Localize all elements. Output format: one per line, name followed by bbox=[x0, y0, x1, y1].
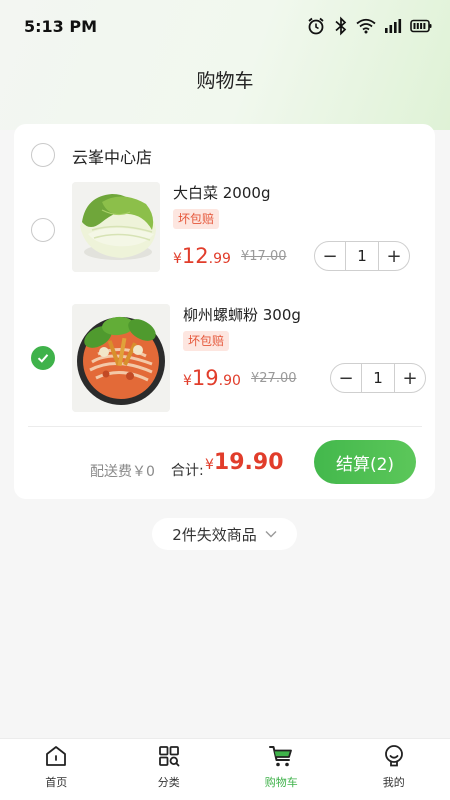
price-currency: ¥ bbox=[183, 373, 192, 389]
total-currency: ¥ bbox=[205, 457, 214, 473]
tab-cart[interactable]: 购物车 bbox=[225, 739, 338, 800]
divider bbox=[28, 426, 422, 427]
home-icon bbox=[43, 743, 69, 769]
invalid-items-label: 2件失效商品 bbox=[172, 525, 257, 544]
tab-label: 购物车 bbox=[264, 776, 298, 789]
guarantee-tag: 坏包赔 bbox=[173, 209, 220, 229]
item-select-checkbox-checked[interactable] bbox=[31, 346, 55, 370]
category-icon bbox=[156, 743, 182, 769]
page-title: 购物车 bbox=[196, 70, 254, 92]
price-integer: 12 bbox=[181, 244, 209, 268]
guarantee-tag: 坏包赔 bbox=[183, 331, 230, 351]
total-value: 19.90 bbox=[213, 450, 284, 475]
delivery-fee: 配送费￥0 bbox=[90, 464, 155, 480]
product-image-napa-cabbage[interactable] bbox=[72, 182, 160, 272]
battery-icon bbox=[410, 19, 432, 33]
tab-category[interactable]: 分类 bbox=[113, 739, 226, 800]
bottom-tab-bar: 首页 分类 购物车 我的 bbox=[0, 738, 450, 800]
price-decimal: .99 bbox=[208, 251, 231, 267]
tab-profile[interactable]: 我的 bbox=[338, 739, 450, 800]
tab-label: 我的 bbox=[382, 776, 405, 789]
item-select-checkbox[interactable] bbox=[31, 218, 55, 242]
cart-icon bbox=[268, 743, 294, 769]
checkout-button[interactable]: 结算(2) bbox=[314, 440, 416, 484]
quantity-value[interactable]: 1 bbox=[361, 364, 395, 392]
status-icons bbox=[306, 16, 432, 36]
store-name: 云峯中心店 bbox=[72, 148, 153, 167]
product-image-luosifen-noodles[interactable] bbox=[72, 304, 170, 412]
quantity-stepper: − 1 + bbox=[330, 363, 426, 393]
tab-home[interactable]: 首页 bbox=[0, 739, 113, 800]
price-integer: 19 bbox=[191, 366, 219, 390]
tab-label: 首页 bbox=[45, 776, 68, 789]
total-amount: ¥19.90 bbox=[205, 450, 284, 475]
signal-icon bbox=[385, 19, 402, 33]
total-label: 合计: bbox=[171, 463, 204, 479]
tab-label: 分类 bbox=[157, 776, 180, 789]
chevron-down-icon bbox=[265, 531, 277, 538]
original-price: ¥27.00 bbox=[251, 371, 297, 386]
wifi-icon bbox=[356, 18, 376, 34]
status-bar: 5:13 PM bbox=[0, 0, 450, 52]
invalid-items-toggle[interactable]: 2件失效商品 bbox=[152, 518, 297, 550]
bluetooth-icon bbox=[335, 16, 347, 36]
product-price: ¥12.99 bbox=[173, 244, 231, 268]
checkmark-icon bbox=[37, 354, 49, 363]
status-time: 5:13 PM bbox=[24, 16, 98, 36]
quantity-stepper: − 1 + bbox=[314, 241, 410, 271]
store-select-checkbox[interactable] bbox=[31, 143, 55, 167]
price-decimal: .90 bbox=[218, 373, 241, 389]
product-name[interactable]: 柳州螺蛳粉 300g bbox=[183, 304, 301, 325]
product-name[interactable]: 大白菜 2000g bbox=[173, 182, 270, 203]
decrease-button[interactable]: − bbox=[331, 364, 361, 392]
price-currency: ¥ bbox=[173, 251, 182, 267]
product-price: ¥19.90 bbox=[183, 366, 241, 390]
decrease-button[interactable]: − bbox=[315, 242, 345, 270]
increase-button[interactable]: + bbox=[379, 242, 409, 270]
original-price: ¥17.00 bbox=[241, 249, 287, 264]
profile-icon bbox=[381, 743, 407, 769]
alarm-icon bbox=[308, 17, 324, 35]
cart-store-card: 云峯中心店 大白菜 2000g 坏包赔 ¥12.99 ¥17.00 − 1 + bbox=[14, 124, 435, 499]
increase-button[interactable]: + bbox=[395, 364, 425, 392]
quantity-value[interactable]: 1 bbox=[345, 242, 379, 270]
